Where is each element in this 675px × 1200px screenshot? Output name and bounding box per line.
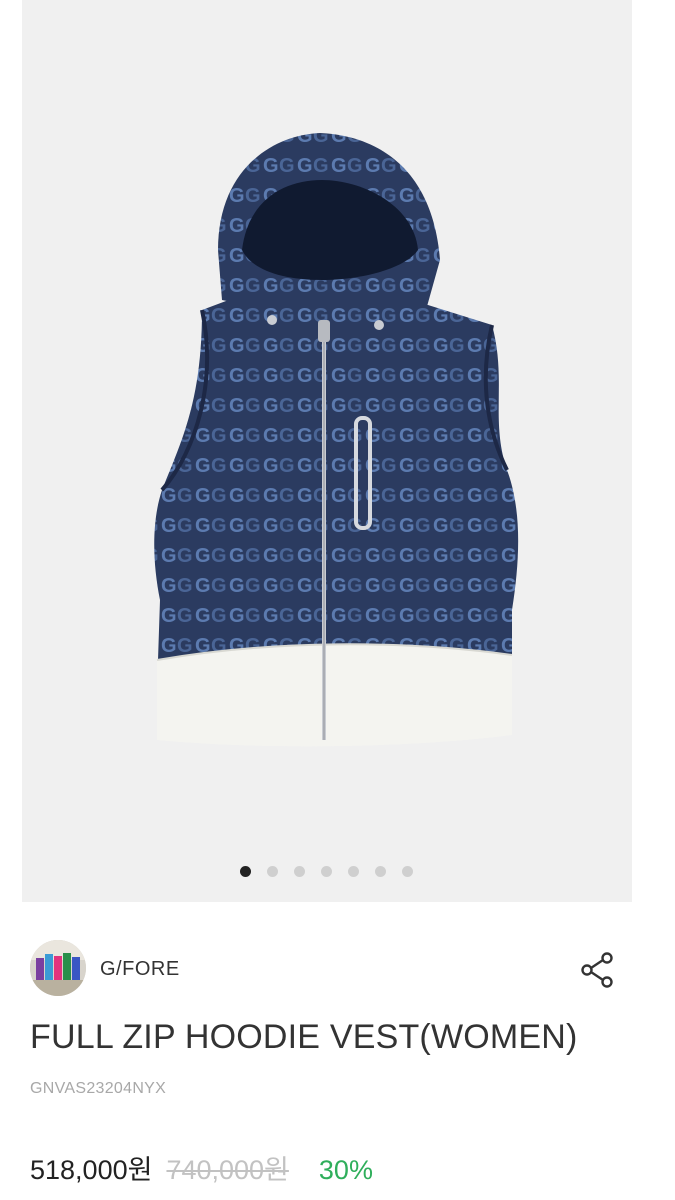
discount-rate: 30% bbox=[318, 1155, 373, 1185]
brand-avatar[interactable] bbox=[30, 940, 86, 996]
gallery-dot-7[interactable] bbox=[402, 866, 413, 877]
brand-row: G/FORE bbox=[30, 940, 630, 1000]
product-image-gallery[interactable]: G G bbox=[22, 0, 632, 902]
gallery-dot-3[interactable] bbox=[294, 866, 305, 877]
sale-price: 518,000원 bbox=[30, 1155, 153, 1185]
original-price: 740,000원 bbox=[166, 1155, 289, 1185]
product-sku: GNVAS23204NYX bbox=[30, 1080, 167, 1097]
product-title: FULL ZIP HOODIE VEST(WOMEN) bbox=[30, 1018, 578, 1056]
share-button[interactable] bbox=[578, 950, 618, 990]
gallery-dot-1[interactable] bbox=[240, 866, 251, 877]
brand-avatar-photo bbox=[30, 940, 86, 996]
gallery-dot-4[interactable] bbox=[321, 866, 332, 877]
share-icon bbox=[581, 952, 613, 988]
brand-name[interactable]: G/FORE bbox=[100, 958, 180, 981]
gallery-dot-5[interactable] bbox=[348, 866, 359, 877]
product-image: G G bbox=[154, 133, 519, 747]
gallery-pagination bbox=[22, 866, 632, 882]
gallery-dot-6[interactable] bbox=[375, 866, 386, 877]
gallery-dot-2[interactable] bbox=[267, 866, 278, 877]
price-row: 518,000원 740,000원 30% bbox=[30, 1148, 373, 1188]
